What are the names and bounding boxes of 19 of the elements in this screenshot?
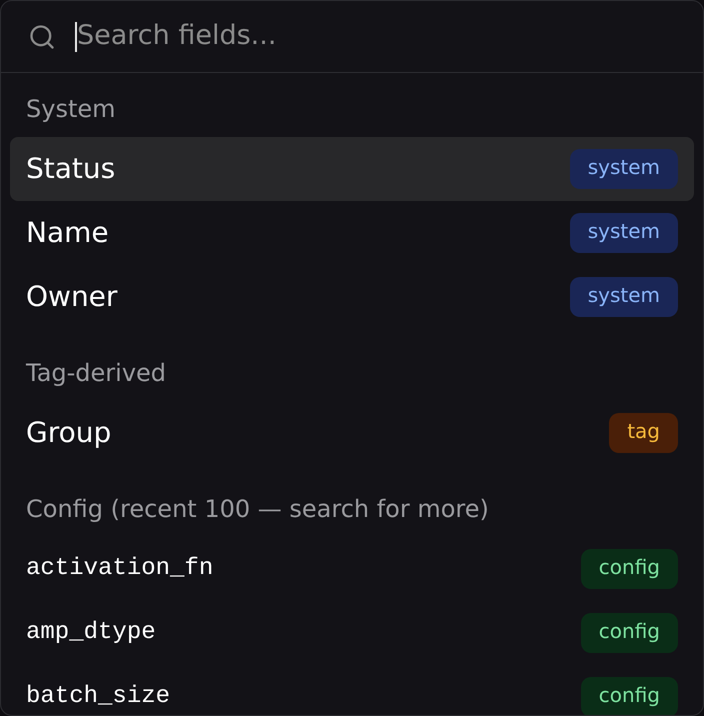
type-badge: config — [580, 549, 678, 589]
type-badge: system — [570, 277, 678, 317]
search-field[interactable]: Search fields... — [77, 16, 687, 56]
field-option[interactable]: Group tag — [10, 401, 694, 465]
field-option[interactable]: Status system — [10, 137, 694, 201]
field-option[interactable]: amp_dtype config — [10, 601, 694, 665]
field-option[interactable]: activation_fn config — [10, 537, 694, 601]
search-icon — [28, 22, 56, 50]
field-option[interactable]: Name system — [10, 201, 694, 265]
type-badge: config — [580, 677, 678, 715]
type-badge: system — [570, 213, 678, 253]
field-option[interactable]: batch_size config — [10, 665, 694, 715]
field-option[interactable]: Owner system — [10, 265, 694, 329]
section-heading: System — [26, 95, 116, 123]
type-badge: config — [580, 613, 678, 653]
section-heading: Tag-derived — [26, 359, 166, 387]
section-heading: Config (recent 100 — search for more) — [26, 495, 489, 523]
type-badge: tag — [609, 413, 678, 453]
type-badge: system — [570, 149, 678, 189]
